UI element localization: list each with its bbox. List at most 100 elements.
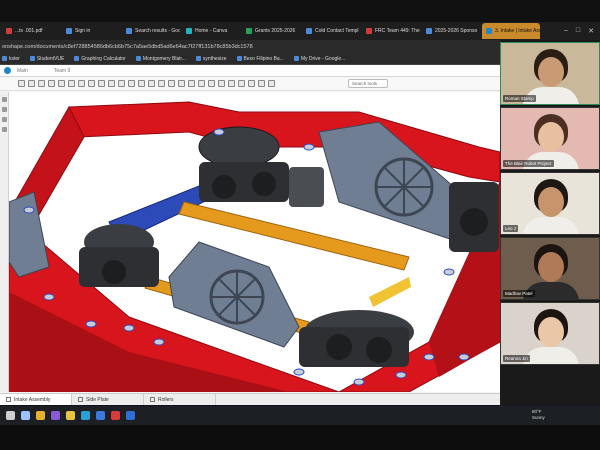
- participant-name: The Blair Robot Project: [503, 160, 554, 167]
- cad-tool-icon[interactable]: [268, 80, 275, 87]
- cad-tool-icon[interactable]: [108, 80, 115, 87]
- tab-8[interactable]: 3. Intake | Intake Assem: [482, 23, 540, 39]
- yellow-crossbar: [369, 277, 411, 307]
- cad-tool-icon[interactable]: [148, 80, 155, 87]
- bookmark-label: StudentVUE: [36, 55, 65, 62]
- mate-icon[interactable]: [2, 107, 7, 112]
- tab-document[interactable]: Side Plate: [72, 394, 144, 405]
- tab-label: Cold Contact Templ: [315, 28, 359, 34]
- participant-tile[interactable]: Reanna Jin: [500, 302, 600, 365]
- tab-document[interactable]: Rollers: [144, 394, 216, 405]
- tab-document[interactable]: Intake Assembly: [0, 394, 72, 405]
- participant-face: [538, 57, 564, 87]
- close-icon[interactable]: ✕: [588, 27, 594, 35]
- cad-toolbar: Search tools: [0, 77, 500, 91]
- bookmark-item[interactable]: synthesize: [195, 55, 227, 62]
- cad-tool-icon[interactable]: [248, 80, 255, 87]
- cad-tool-icon[interactable]: [48, 80, 55, 87]
- cad-tool-icon[interactable]: [198, 80, 205, 87]
- cad-tool-icon[interactable]: [228, 80, 235, 87]
- 3d-viewport[interactable]: [8, 92, 500, 393]
- branch-label[interactable]: Main: [17, 68, 28, 74]
- document-label[interactable]: Team 9: [54, 68, 70, 74]
- tab-5[interactable]: Cold Contact Templ: [302, 23, 360, 39]
- cad-tool-icon[interactable]: [178, 80, 185, 87]
- weather-widget[interactable]: 80°F Sunny: [532, 409, 545, 421]
- minimize-icon[interactable]: –: [564, 27, 568, 35]
- cad-tool-icon[interactable]: [118, 80, 125, 87]
- tab-2[interactable]: Search results - Goo: [122, 23, 180, 39]
- search-tools-input[interactable]: Search tools: [348, 79, 388, 88]
- side-plate-front: [168, 241, 300, 348]
- cad-tool-icon[interactable]: [88, 80, 95, 87]
- task-view-icon[interactable]: [21, 411, 30, 420]
- cad-tool-icon[interactable]: [18, 80, 25, 87]
- bookmark-item[interactable]: kster: [2, 56, 20, 62]
- cad-tool-icon[interactable]: [238, 80, 245, 87]
- copilot-icon[interactable]: [51, 411, 60, 420]
- cad-tool-icon[interactable]: [138, 80, 145, 87]
- file-explorer-icon[interactable]: [66, 411, 75, 420]
- edge-icon[interactable]: [81, 411, 90, 420]
- cad-tool-icon[interactable]: [68, 80, 75, 87]
- app-icon[interactable]: [111, 411, 120, 420]
- participant-tile[interactable]: Roman Stamp: [500, 42, 600, 105]
- bookmark-item[interactable]: Bexo Filipino Ba...: [236, 56, 284, 62]
- cad-tool-icon[interactable]: [38, 80, 45, 87]
- url-text[interactable]: onshape.com/documents/c8ef728854586db6cb…: [2, 44, 253, 50]
- participant-name: Madhav Patel: [503, 290, 535, 297]
- cad-tool-icon[interactable]: [208, 80, 215, 87]
- gearbox-cluster-front: [299, 310, 414, 367]
- favicon-icon: [486, 28, 492, 34]
- bookmark-item[interactable]: Graphing Calculator: [74, 56, 126, 62]
- cad-tool-icon[interactable]: [78, 80, 85, 87]
- participant-tile[interactable]: Leo J: [500, 172, 600, 235]
- participant-tile[interactable]: The Blair Robot Project: [500, 107, 600, 170]
- bookmark-item[interactable]: Montgomery Blair...: [135, 56, 186, 62]
- store-icon[interactable]: [96, 411, 105, 420]
- mail-icon[interactable]: [126, 411, 135, 420]
- cad-tool-icon[interactable]: [158, 80, 165, 87]
- bookmark-icon: [293, 56, 299, 61]
- participant-name: Leo J: [503, 225, 519, 232]
- tab-0[interactable]: ...ts .001.pdf: [2, 23, 60, 39]
- search-icon[interactable]: [6, 411, 15, 420]
- assembly-icon: [78, 397, 83, 402]
- chrome-icon[interactable]: [36, 411, 45, 420]
- favicon-icon: [306, 28, 312, 34]
- cad-tool-icon[interactable]: [168, 80, 175, 87]
- tab-document-label: Rollers: [158, 396, 174, 403]
- participant-name: Roman Stamp: [503, 95, 536, 102]
- filter-icon[interactable]: [2, 127, 7, 132]
- bookmark-icon: [29, 56, 35, 61]
- bookmark-label: synthesize: [202, 55, 227, 62]
- bookmark-icon: [195, 56, 201, 61]
- tab-7[interactable]: 2025-2026 Sponso: [422, 23, 480, 39]
- tab-label: Sign in: [75, 28, 91, 34]
- cad-tool-icon[interactable]: [58, 80, 65, 87]
- intake-assembly-model[interactable]: [8, 92, 500, 393]
- tree-icon[interactable]: [2, 97, 7, 102]
- cad-tool-icon[interactable]: [218, 80, 225, 87]
- cad-tool-icon[interactable]: [128, 80, 135, 87]
- bookmark-item[interactable]: StudentVUE: [29, 55, 65, 62]
- tab-label: Search results - Goo: [135, 28, 180, 34]
- cad-tool-icon[interactable]: [258, 80, 265, 87]
- participant-tile[interactable]: Madhav Patel: [500, 237, 600, 300]
- cad-tool-icon[interactable]: [188, 80, 195, 87]
- tab-3[interactable]: Home - Canva: [182, 23, 240, 39]
- tab-6[interactable]: FRC Team 449: The: [362, 23, 420, 39]
- list-icon[interactable]: [2, 117, 7, 122]
- participant-face: [538, 317, 564, 347]
- participant-face: [538, 252, 564, 282]
- tab-1[interactable]: Sign in: [62, 23, 120, 39]
- bookmark-item[interactable]: My Drive - Google...: [293, 56, 345, 62]
- favicon-icon: [366, 28, 372, 34]
- participant-face: [538, 187, 564, 217]
- tab-label: Home - Canva: [195, 28, 228, 34]
- cad-tool-icon[interactable]: [98, 80, 105, 87]
- maximize-icon[interactable]: □: [576, 27, 580, 35]
- bookmark-icon: [2, 56, 7, 61]
- tab-4[interactable]: Grants 2025-2026: [242, 23, 300, 39]
- cad-tool-icon[interactable]: [28, 80, 35, 87]
